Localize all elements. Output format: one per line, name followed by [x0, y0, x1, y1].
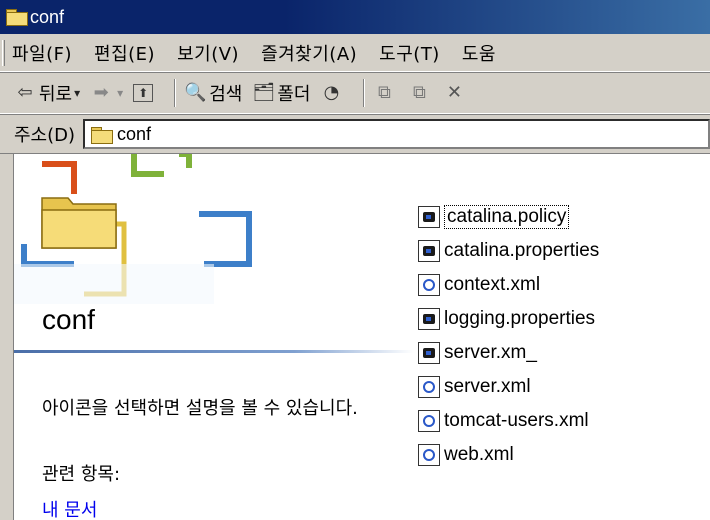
config-file-icon [418, 206, 440, 228]
decor-green-stroke [131, 154, 164, 177]
web-view-panel: conf 아이콘을 선택하면 설명을 볼 수 있습니다. 관련 항목: 내 문서 [14, 154, 414, 520]
copy-to-icon: ⧉ [413, 82, 426, 103]
copy-to-button[interactable]: ⧉ [408, 82, 433, 104]
xml-file-icon [418, 376, 440, 398]
config-file-icon [418, 240, 440, 262]
menu-tools[interactable]: 도구(T) [379, 40, 440, 66]
file-name: logging.properties [444, 308, 596, 329]
toolbar-separator [363, 79, 366, 107]
window-left-border [0, 154, 14, 520]
file-name: context.xml [444, 274, 541, 295]
menu-edit[interactable]: 편집(E) [94, 40, 155, 66]
folders-tree-icon: 🗂 [252, 82, 276, 103]
config-file-icon [418, 342, 440, 364]
menu-help[interactable]: 도움 [462, 40, 496, 66]
folder-icon [91, 126, 114, 144]
delete-button[interactable]: ✕ [443, 82, 468, 104]
config-file-icon [418, 308, 440, 330]
back-label: 뒤로 [39, 84, 73, 105]
search-label: 검색 [209, 84, 243, 105]
move-to-icon: ⧉ [378, 82, 391, 103]
list-item[interactable]: server.xml [418, 370, 710, 404]
link-my-documents[interactable]: 내 문서 [42, 496, 97, 520]
back-button[interactable]: ⇦ 뒤로 ▾ [14, 80, 80, 106]
chevron-down-icon[interactable]: ▾ [74, 86, 80, 100]
menu-favorites[interactable]: 즐겨찾기(A) [261, 40, 357, 66]
up-folder-icon: ⬆ [133, 84, 154, 102]
search-icon: 🔍 [184, 82, 207, 103]
toolbar-grip[interactable] [2, 39, 5, 66]
toolbar-separator [174, 79, 177, 107]
up-folder-button[interactable]: ⬆ [133, 84, 156, 102]
file-name: tomcat-users.xml [444, 410, 589, 431]
file-name: server.xm_ [444, 342, 537, 363]
xml-file-icon [418, 274, 440, 296]
list-item[interactable]: web.xml [418, 438, 710, 472]
file-name: server.xml [444, 376, 531, 397]
title-bar[interactable]: conf [0, 0, 710, 34]
address-value: conf [117, 123, 152, 144]
forward-arrow-icon: ➡ [93, 82, 109, 103]
menu-bar: 파일(F) 편집(E) 보기(V) 즐겨찾기(A) 도구(T) 도움 [0, 34, 710, 72]
file-name: catalina.properties [444, 240, 600, 261]
menu-view[interactable]: 보기(V) [177, 40, 239, 66]
back-arrow-icon: ⇦ [17, 82, 33, 103]
forward-button[interactable]: ➡ ▾ [90, 82, 124, 104]
xml-file-icon [418, 410, 440, 432]
folders-button[interactable]: 🗂 폴더 [252, 80, 310, 106]
decor-orange-stroke [42, 161, 77, 194]
move-to-button[interactable]: ⧉ [373, 82, 398, 104]
file-list: catalina.policy catalina.properties cont… [418, 200, 710, 472]
panel-title: conf [42, 304, 95, 335]
history-icon: ◔ [323, 82, 340, 103]
search-button[interactable]: 🔍 검색 [184, 80, 242, 106]
window-title: conf [30, 6, 65, 27]
panel-description: 아이콘을 선택하면 설명을 볼 수 있습니다. [42, 398, 358, 419]
address-label: 주소(D) [14, 125, 76, 146]
decor-green-stroke [179, 154, 192, 168]
related-heading: 관련 항목: [42, 464, 121, 485]
divider [14, 350, 414, 353]
folder-icon [6, 9, 28, 26]
list-item[interactable]: tomcat-users.xml [418, 404, 710, 438]
list-item[interactable]: server.xm_ [418, 336, 710, 370]
list-item[interactable]: context.xml [418, 268, 710, 302]
address-bar: 주소(D) conf [0, 114, 710, 154]
delete-icon: ✕ [446, 82, 462, 103]
decor-wash [14, 264, 214, 304]
history-button[interactable]: ◔ [320, 82, 345, 104]
folders-label: 폴더 [277, 84, 311, 105]
chevron-down-icon[interactable]: ▾ [117, 86, 123, 100]
file-name: web.xml [444, 444, 514, 465]
list-item[interactable]: logging.properties [418, 302, 710, 336]
toolbar: ⇦ 뒤로 ▾ ➡ ▾ ⬆ 🔍 검색 🗂 폴더 ◔ ⧉ ⧉ ✕ [0, 72, 710, 114]
list-item[interactable]: catalina.policy [418, 200, 710, 234]
large-folder-icon [41, 197, 117, 249]
xml-file-icon [418, 444, 440, 466]
file-name: catalina.policy [444, 205, 570, 229]
list-item[interactable]: catalina.properties [418, 234, 710, 268]
decor-blue-stroke [199, 211, 252, 267]
menu-file[interactable]: 파일(F) [12, 40, 72, 66]
address-input[interactable]: conf [83, 119, 710, 149]
